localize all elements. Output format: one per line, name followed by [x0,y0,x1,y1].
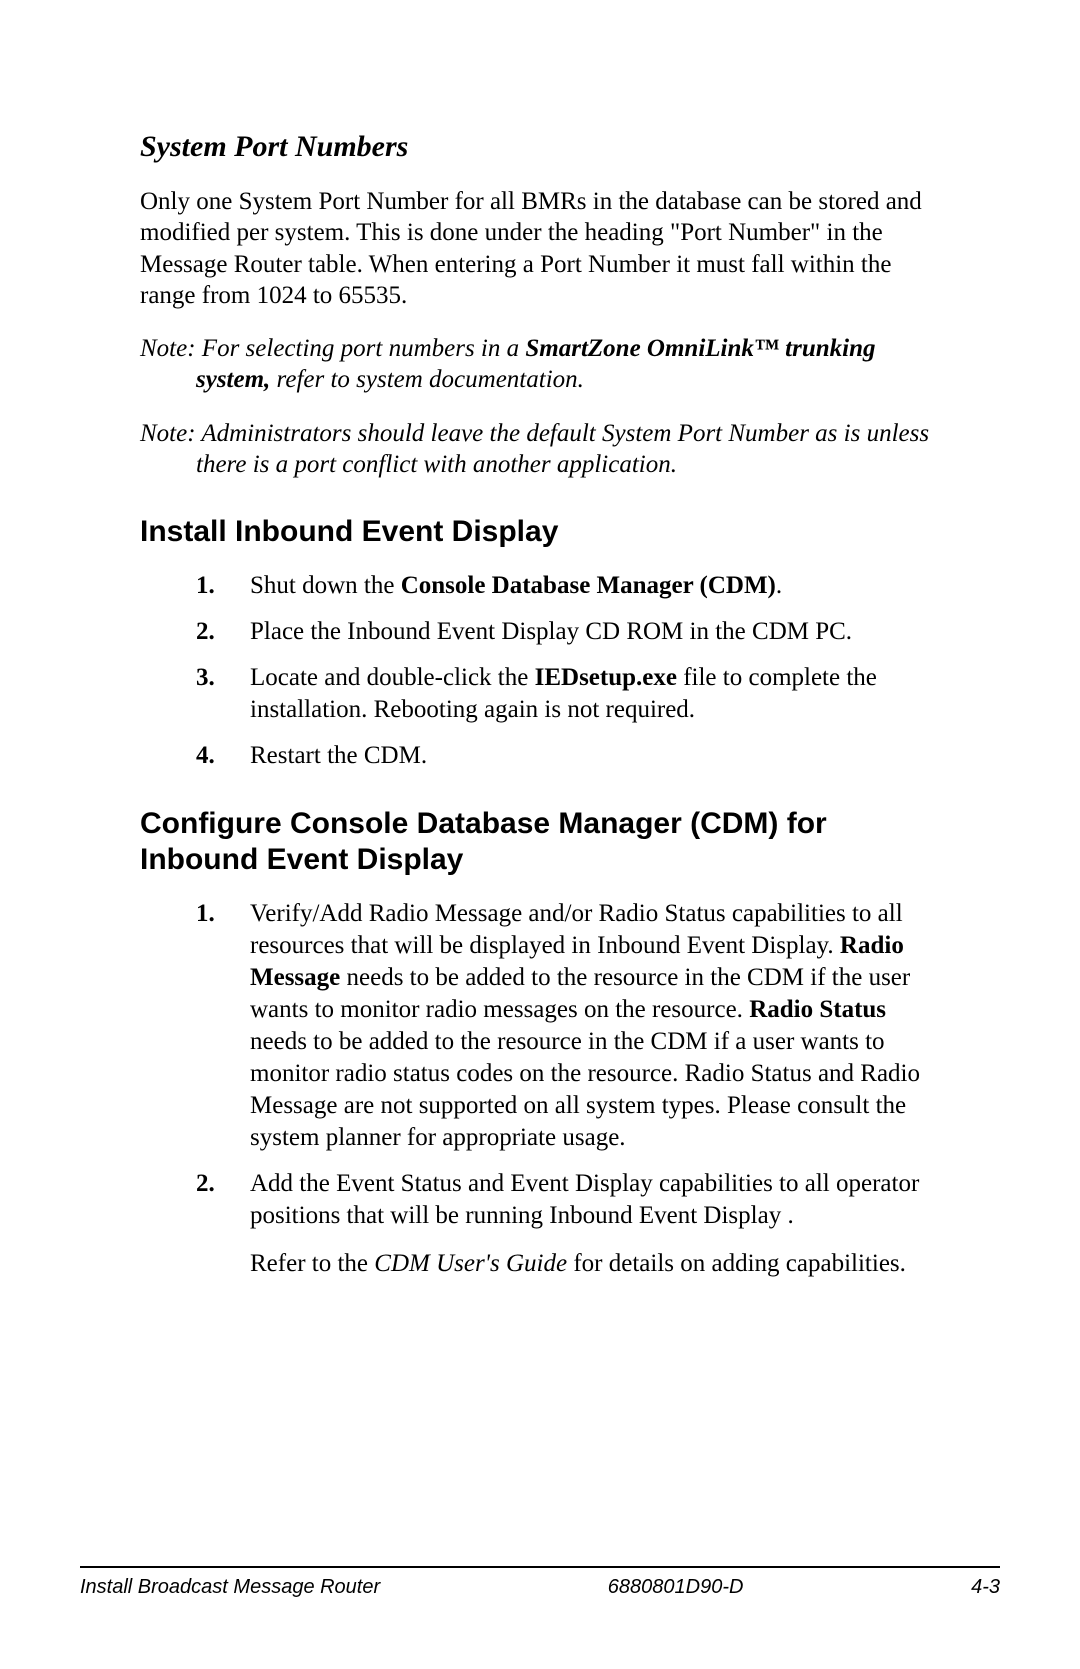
step-number: 1. [196,570,220,602]
footer-left: Install Broadcast Message Router [80,1576,380,1599]
closing-paragraph: Refer to the CDM User's Guide for detail… [140,1248,940,1280]
configure-steps-list: 1. Verify/Add Radio Message and/or Radio… [140,898,940,1232]
page-content: System Port Numbers Only one System Port… [140,130,940,1280]
step-text: Add the Event Status and Event Display c… [250,1168,940,1232]
list-item: 3. Locate and double-click the IEDsetup.… [140,662,940,726]
note-text-pre: For selecting port numbers in a [196,335,526,362]
note-label: Note: [140,335,196,362]
heading-configure-cdm: Configure Console Database Manager (CDM)… [140,806,940,878]
closing-post: for details on adding capabilities. [567,1250,906,1277]
list-item: 4. Restart the CDM. [140,740,940,772]
list-item: 2. Place the Inbound Event Display CD RO… [140,616,940,648]
step-text: Shut down the Console Database Manager (… [250,570,940,602]
closing-pre: Refer to the [250,1250,374,1277]
footer-row: Install Broadcast Message Router 6880801… [80,1576,1000,1599]
note-administrators: Note: Administrators should leave the de… [140,418,940,481]
list-item: 2. Add the Event Status and Event Displa… [140,1168,940,1232]
step-text: Place the Inbound Event Display CD ROM i… [250,616,940,648]
install-steps-list: 1. Shut down the Console Database Manage… [140,570,940,772]
step-number: 2. [196,1168,220,1232]
page-footer: Install Broadcast Message Router 6880801… [80,1566,1000,1599]
footer-center: 6880801D90-D [608,1576,744,1599]
footer-right: 4-3 [971,1576,1000,1599]
note-text: Administrators should leave the default … [196,420,930,478]
step-number: 3. [196,662,220,726]
footer-rule [80,1566,1000,1568]
heading-system-port-numbers: System Port Numbers [140,130,940,164]
step-number: 2. [196,616,220,648]
list-item: 1. Verify/Add Radio Message and/or Radio… [140,898,940,1154]
step-number: 1. [196,898,220,1154]
note-label: Note: [140,420,196,447]
step-text: Locate and double-click the IEDsetup.exe… [250,662,940,726]
list-item: 1. Shut down the Console Database Manage… [140,570,940,602]
paragraph-system-port: Only one System Port Number for all BMRs… [140,186,940,311]
heading-install-inbound: Install Inbound Event Display [140,514,940,550]
note-smartzone: Note: For selecting port numbers in a Sm… [140,333,940,396]
note-text-post: refer to system documentation. [270,366,584,393]
step-text: Verify/Add Radio Message and/or Radio St… [250,898,940,1154]
closing-italic: CDM User's Guide [374,1250,567,1277]
step-number: 4. [196,740,220,772]
step-text: Restart the CDM. [250,740,940,772]
